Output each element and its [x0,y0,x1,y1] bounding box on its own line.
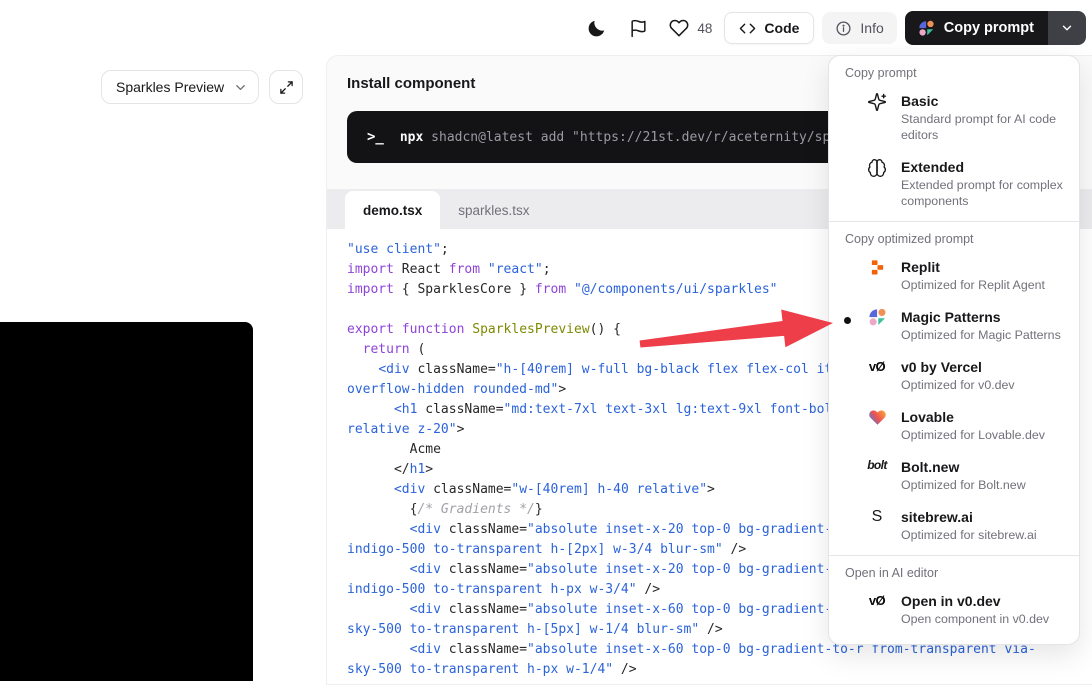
menu-item-title: Bolt.new [901,457,1026,477]
menu-item-open-v0[interactable]: vØ Open in v0.dev Open component in v0.d… [829,584,1079,634]
theme-toggle-button[interactable] [579,11,613,45]
like-button[interactable] [667,16,691,40]
replit-icon [865,257,889,293]
menu-item-title: Open in v0.dev [901,591,1049,611]
lovable-icon [865,407,889,443]
flag-button[interactable] [621,11,655,45]
menu-item-desc: Standard prompt for AI code editors [901,111,1067,143]
menu-item-magic-patterns[interactable]: Magic Patterns Optimized for Magic Patte… [829,300,1079,350]
likes-group: 48 [663,16,716,40]
info-icon [835,20,852,37]
copy-prompt-split-button: Copy prompt [905,11,1086,45]
menu-item-desc: Open component in v0.dev [901,611,1049,627]
copy-prompt-menu: Copy prompt Basic Standard prompt for AI… [828,55,1080,645]
info-button[interactable]: Info [822,12,896,44]
v0-icon: vØ [865,357,889,393]
code-button-label: Code [764,20,799,36]
menu-item-title: Basic [901,91,1067,111]
copy-prompt-button[interactable]: Copy prompt [905,11,1048,45]
preview-variant-label: Sparkles Preview [116,79,224,95]
menu-item-desc: Extended prompt for complex components [901,177,1067,209]
menu-item-title: v0 by Vercel [901,357,1015,377]
npx-token: npx [400,130,423,145]
expand-icon [279,80,294,95]
v0-icon: vØ [865,591,889,627]
sitebrew-icon: S [865,507,889,543]
code-brackets-icon [739,20,756,37]
install-command: npx shadcn@latest add "https://21st.dev/… [400,130,885,145]
fullscreen-button[interactable] [269,70,303,104]
copy-prompt-label: Copy prompt [944,20,1034,36]
component-preview-canvas[interactable] [0,322,253,681]
menu-item-replit[interactable]: Replit Optimized for Replit Agent [829,250,1079,300]
flag-icon [629,19,648,38]
moon-icon [586,18,607,39]
menu-item-desc: Optimized for v0.dev [901,377,1015,393]
magic-patterns-icon [865,307,889,343]
menu-item-title: Lovable [901,407,1045,427]
menu-item-desc: Optimized for sitebrew.ai [901,527,1037,543]
menu-section-label: Open in AI editor [829,556,1079,584]
menu-item-desc: Optimized for Magic Patterns [901,327,1061,343]
bolt-icon: bolt [865,457,889,493]
heart-icon [669,18,689,38]
terminal-prompt-icon: >_ [367,129,384,145]
menu-item-title: Magic Patterns [901,307,1061,327]
menu-item-sitebrew[interactable]: S sitebrew.ai Optimized for sitebrew.ai [829,500,1079,550]
code-button[interactable]: Code [724,12,814,44]
menu-item-lovable[interactable]: Lovable Optimized for Lovable.dev [829,400,1079,450]
topbar: 48 Code Info Copy prompt [0,0,1092,55]
menu-item-desc: Optimized for Bolt.new [901,477,1026,493]
menu-item-title: Extended [901,157,1067,177]
selected-bullet-icon [844,317,851,324]
info-button-label: Info [860,20,883,36]
tab-sparkles-tsx[interactable]: sparkles.tsx [440,191,547,229]
menu-item-title: sitebrew.ai [901,507,1037,527]
menu-item-basic[interactable]: Basic Standard prompt for AI code editor… [829,84,1079,150]
preview-variant-select[interactable]: Sparkles Preview [101,70,259,104]
magic-patterns-icon [918,20,935,37]
menu-item-bolt[interactable]: bolt Bolt.new Optimized for Bolt.new [829,450,1079,500]
menu-section-label: Copy optimized prompt [829,222,1079,250]
likes-count: 48 [697,21,712,36]
menu-item-desc: Optimized for Lovable.dev [901,427,1045,443]
menu-item-v0[interactable]: vØ v0 by Vercel Optimized for v0.dev [829,350,1079,400]
chevron-down-icon [233,80,248,95]
chevron-down-icon [1060,21,1074,35]
menu-item-desc: Optimized for Replit Agent [901,277,1045,293]
tab-demo-tsx[interactable]: demo.tsx [345,191,440,229]
topbar-actions: 48 Code Info Copy prompt [579,11,1086,45]
brain-icon [865,157,889,209]
menu-item-extended[interactable]: Extended Extended prompt for complex com… [829,150,1079,216]
menu-item-title: Replit [901,257,1045,277]
copy-prompt-caret-button[interactable] [1048,11,1086,45]
menu-section-label: Copy prompt [829,56,1079,84]
command-text: shadcn@latest add "https://21st.dev/r/ac… [423,130,885,145]
panel-title: Install component [347,75,475,92]
sparkles-icon [865,91,889,143]
